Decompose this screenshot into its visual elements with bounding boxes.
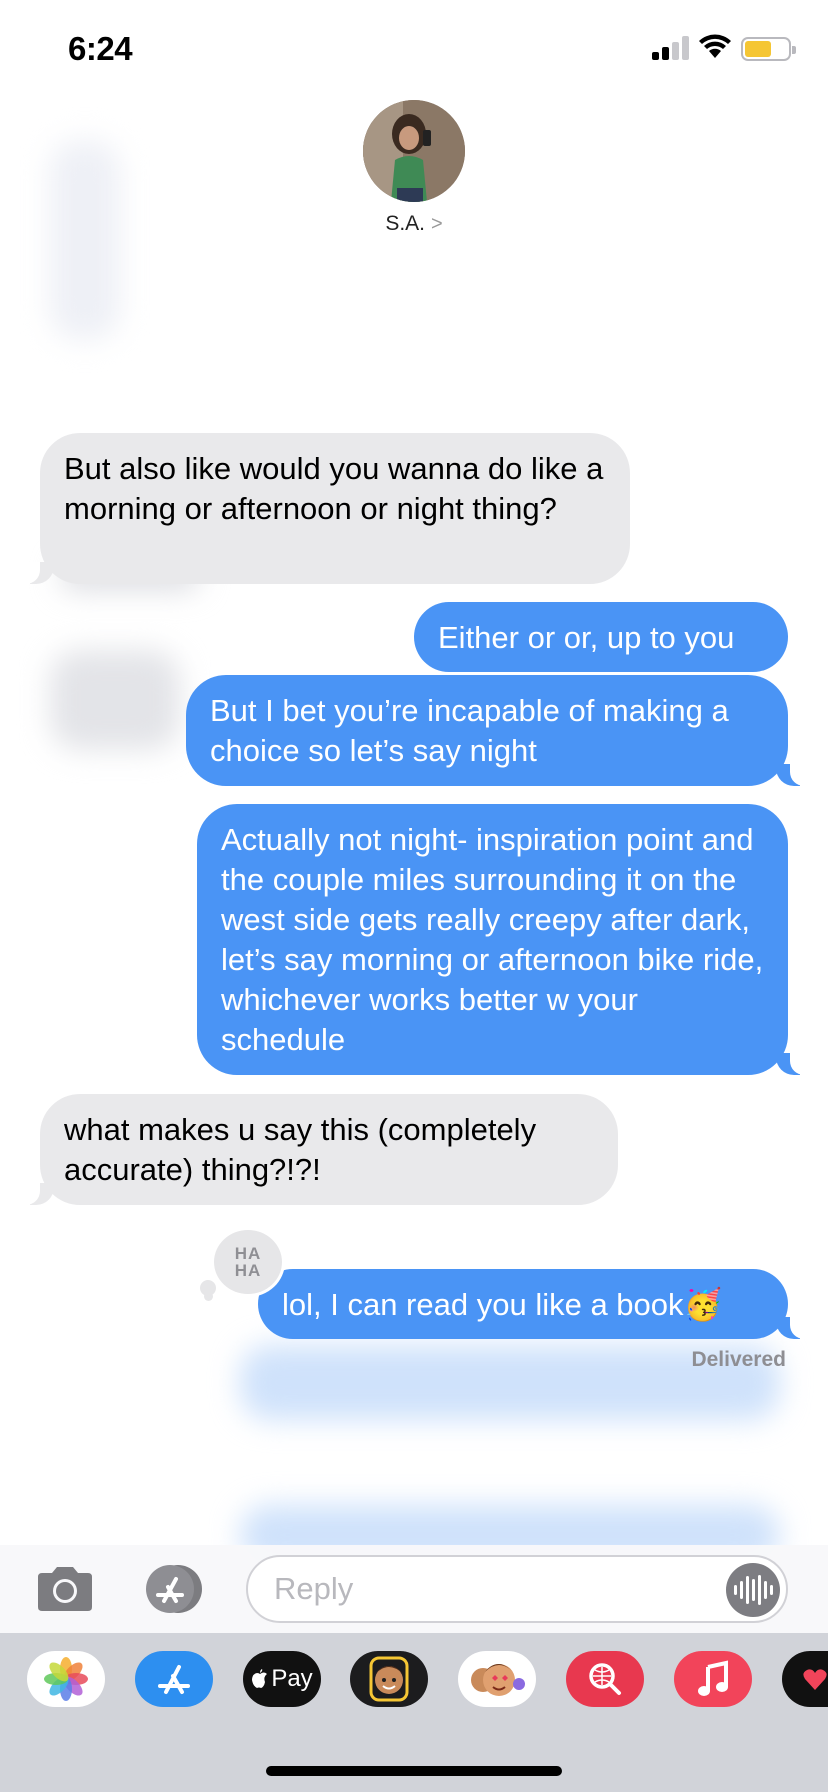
imessage-app-drawer: Pay [0,1633,828,1792]
message-text: Either or or, up to you [438,620,735,655]
message-bubble-incoming[interactable]: what makes u say this (completely accura… [40,1094,618,1205]
tapback-text: HA [234,1261,262,1280]
audio-message-icon[interactable] [726,1563,780,1617]
blurred-region [50,650,180,750]
bubble-tail [20,562,54,584]
wifi-icon [699,34,731,58]
photos-icon[interactable] [27,1651,105,1707]
blurred-region [50,140,120,340]
animoji-icon[interactable] [458,1651,536,1707]
contact-name-label: S.A. [385,212,425,235]
tapback-dot [204,1292,213,1301]
status-bar: 6:24 [0,0,828,100]
reply-field[interactable] [246,1555,788,1623]
apple-pay-icon[interactable]: Pay [243,1651,321,1707]
chevron-right-icon: > [431,213,443,235]
haha-tapback-icon[interactable]: HA HA [214,1230,282,1294]
message-text: But I bet you’re incapable of making a c… [210,693,729,768]
message-text: But also like would you wanna do like a … [64,451,604,526]
memoji-stickers-icon[interactable] [350,1651,428,1707]
message-bubble-outgoing[interactable]: But I bet you’re incapable of making a c… [186,675,788,786]
contact-name[interactable]: S.A. > [0,212,828,236]
images-search-icon[interactable] [566,1651,644,1707]
music-icon[interactable] [674,1651,752,1707]
avatar[interactable] [363,100,465,202]
bubble-tail [776,764,810,786]
bubble-tail [20,1183,54,1205]
delivered-status: Delivered [691,1348,786,1371]
message-text: lol, I can read you like a book🥳 [282,1287,723,1322]
digital-touch-icon[interactable] [782,1651,828,1707]
battery-icon [741,37,796,61]
cellular-signal-icon [652,36,690,60]
message-bubble-outgoing[interactable]: Actually not night- inspiration point an… [197,804,788,1075]
message-text: what makes u say this (completely accura… [64,1112,537,1187]
message-input-bar [0,1545,828,1633]
home-indicator[interactable] [266,1766,562,1776]
app-store-icon[interactable] [135,1651,213,1707]
apps-icon[interactable] [140,1563,212,1615]
message-input[interactable] [274,1569,694,1609]
status-time: 6:24 [68,30,133,67]
apple-pay-label: Pay [271,1665,313,1692]
message-bubble-outgoing[interactable]: lol, I can read you like a book🥳 [258,1269,788,1339]
message-bubble-incoming[interactable]: But also like would you wanna do like a … [40,433,630,584]
message-bubble-outgoing[interactable]: Either or or, up to you [414,602,788,672]
bubble-tail [776,1317,810,1339]
message-text: Actually not night- inspiration point an… [221,822,764,1057]
bubble-tail [776,1053,810,1075]
camera-icon[interactable] [34,1565,96,1613]
